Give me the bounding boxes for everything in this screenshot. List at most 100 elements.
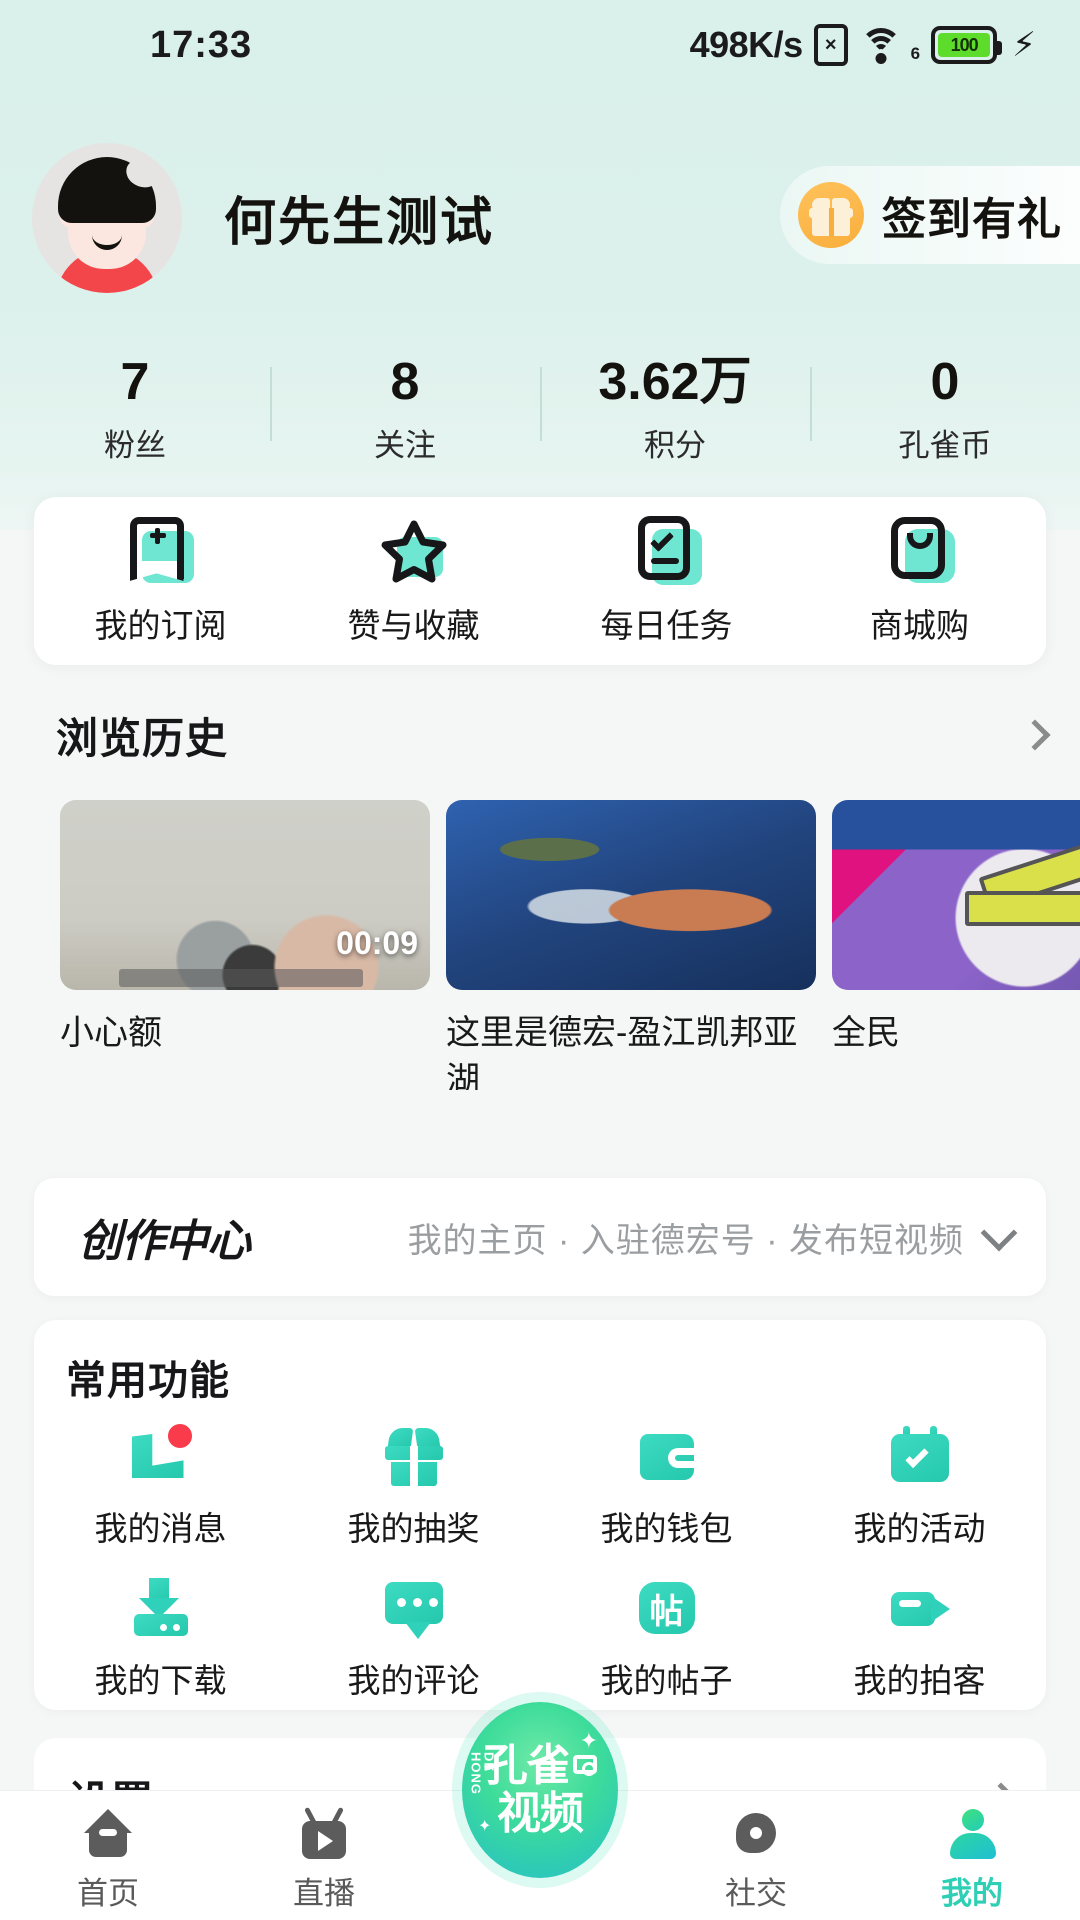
quick-action-shop[interactable]: 商城购 [793,515,1046,647]
function-my-activities[interactable]: 我的活动 [793,1424,1046,1550]
status-bar-indicators: 498K/s × 6 100 ⚡ [690,24,1036,66]
function-my-lottery[interactable]: 我的抽奖 [287,1424,540,1550]
stat-value: 7 [120,353,150,412]
function-my-messages[interactable]: 我的消息 [34,1424,287,1550]
history-title: 浏览历史 [56,714,229,762]
nav-label: 直播 [293,1876,355,1911]
nav-item-mine[interactable]: 我的 [864,1791,1080,1913]
function-label: 我的拍客 [853,1662,986,1699]
stat-coins[interactable]: 0 孔雀币 [810,355,1080,465]
stat-fans[interactable]: 7 粉丝 [0,355,270,465]
stat-value: 8 [390,353,420,412]
home-icon [80,1807,136,1859]
quick-action-likes-favorites[interactable]: 赞与收藏 [287,515,540,647]
stat-label: 积分 [644,427,706,463]
center-logo-text2: 视频 [497,1789,584,1838]
quick-action-label: 每日任务 [600,607,733,644]
nav-item-home[interactable]: 首页 [0,1791,216,1913]
nav-item-social[interactable]: 社交 [648,1791,864,1913]
post-glyph: 帖 [638,1582,695,1634]
gift-coin-icon [798,182,864,248]
creation-center-subtitle: 我的主页 · 入驻德宏号 · 发布短视频 [407,1221,964,1260]
quick-action-label: 商城购 [870,607,969,644]
sim-blocked-icon: × [813,24,848,66]
battery-icon: 100 [931,26,1003,64]
app-screen: 17:33 498K/s × 6 100 ⚡ 何先生测试 签到有礼 7 粉丝 8… [0,0,1080,1920]
function-label: 我的下载 [94,1662,227,1699]
common-functions-card: 常用功能 我的消息 我的抽奖 我的钱包 我的活动 我的下载 我的评论 帖 我的帖… [34,1320,1046,1710]
function-label: 我的钱包 [600,1510,733,1547]
function-my-downloads[interactable]: 我的下载 [34,1576,287,1702]
video-title: 这里是德宏-盈江凯邦亚湖 [446,1014,798,1090]
stat-label: 关注 [374,427,436,463]
sparkle-icon: ✦ [579,1728,598,1753]
nav-item-live[interactable]: 直播 [216,1791,432,1913]
center-logo-side-text: DE HONG [468,1752,497,1795]
common-functions-grid: 我的消息 我的抽奖 我的钱包 我的活动 我的下载 我的评论 帖 我的帖子 我的拍… [34,1424,1046,1728]
video-thumbnail[interactable] [446,800,816,990]
chevron-down-icon[interactable] [980,1214,1018,1251]
nav-label: 首页 [77,1876,139,1911]
video-camera-icon [887,1576,953,1638]
stats-row: 7 粉丝 8 关注 3.62万 积分 0 孔雀币 [0,355,1080,465]
camera-icon [572,1755,597,1776]
battery-level-text: 100 [938,33,991,57]
wifi-icon [859,24,903,66]
quick-action-subscriptions[interactable]: 我的订阅 [34,515,287,647]
list-item[interactable]: 全民 [832,800,1080,1090]
sparkle-icon: ✦ [478,1818,492,1835]
username[interactable]: 何先生测试 [224,180,494,255]
nav-label: 社交 [725,1876,787,1911]
signin-reward-label: 签到有礼 [882,195,1062,244]
quick-action-daily-tasks[interactable]: 每日任务 [540,515,793,647]
social-eye-icon [728,1807,784,1859]
creation-center-row[interactable]: 创作中心 我的主页 · 入驻德宏号 · 发布短视频 [34,1178,1046,1296]
video-title: 小心额 [60,1014,162,1052]
nav-label: 我的 [941,1876,1003,1911]
function-my-comments[interactable]: 我的评论 [287,1576,540,1702]
function-my-videographer[interactable]: 我的拍客 [793,1576,1046,1702]
history-list[interactable]: 00:09 小心额 这里是德宏-盈江凯邦亚湖 全民 [0,800,1080,1090]
message-flag-icon [128,1424,194,1486]
shop-smile-icon [885,515,955,585]
list-item[interactable]: 这里是德宏-盈江凯邦亚湖 [446,800,816,1090]
video-thumbnail[interactable]: 00:09 [60,800,430,990]
nav-center-logo-button[interactable]: DE HONG 孔雀 视频 ✦ ✦ [462,1702,618,1878]
wifi-generation-label: 6 [910,44,921,63]
creation-center-logo: 创作中心 [64,1197,264,1277]
unread-badge [167,1424,192,1448]
video-duration: 00:09 [336,925,418,961]
post-icon: 帖 [634,1576,700,1638]
lightning-bolt-icon: ⚡ [1012,26,1036,64]
stat-label: 孔雀币 [898,427,992,463]
chevron-right-icon[interactable] [1019,719,1051,751]
stat-value: 3.62万 [598,353,752,412]
stat-points[interactable]: 3.62万 积分 [540,355,810,465]
function-label: 我的消息 [94,1510,227,1547]
bookmark-plus-icon [126,515,196,585]
signin-reward-button[interactable]: 签到有礼 [780,166,1080,264]
function-my-posts[interactable]: 帖 我的帖子 [540,1576,793,1702]
avatar[interactable] [32,142,182,293]
checklist-icon [632,515,702,585]
profile-header: 何先生测试 签到有礼 [0,140,1080,295]
quick-actions-card: 我的订阅 赞与收藏 每日任务 商城购 [34,497,1046,665]
function-label: 我的帖子 [600,1662,733,1699]
quick-action-label: 我的订阅 [94,607,227,644]
stat-value: 0 [930,353,960,412]
status-bar: 17:33 498K/s × 6 100 ⚡ [0,0,1080,90]
download-icon [128,1576,194,1638]
function-my-wallet[interactable]: 我的钱包 [540,1424,793,1550]
list-item[interactable]: 00:09 小心额 [60,800,430,1090]
stat-following[interactable]: 8 关注 [270,355,540,465]
star-icon [379,515,449,585]
wallet-icon [634,1424,700,1486]
history-header: 浏览历史 [56,700,1051,770]
video-thumbnail[interactable] [832,800,1080,990]
function-label: 我的评论 [347,1662,480,1699]
stat-label: 粉丝 [104,427,166,463]
calendar-check-icon [887,1424,953,1486]
tv-play-icon [296,1806,352,1859]
status-bar-time: 17:33 [150,23,253,66]
video-title: 全民 [832,1014,900,1052]
